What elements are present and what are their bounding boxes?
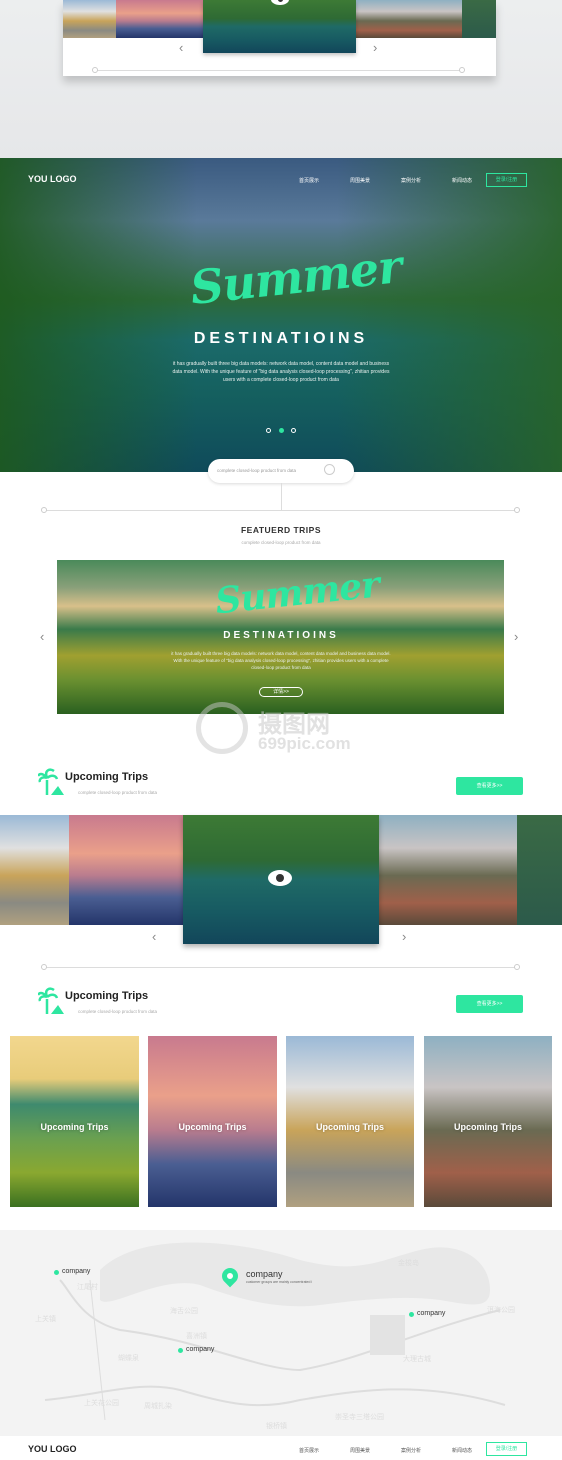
- eye-icon[interactable]: [268, 870, 292, 886]
- footer-nav-news[interactable]: 新闻动态: [452, 1447, 472, 1454]
- divider-end: [41, 964, 47, 970]
- hero-description: it has gradually built three big data mo…: [172, 361, 390, 383]
- trip-card[interactable]: Upcoming Trips: [424, 1036, 552, 1207]
- map-point-label: company: [417, 1310, 446, 1317]
- watermark-logo: [196, 702, 248, 754]
- map-main-company: company: [246, 1269, 283, 1279]
- featured-next-arrow[interactable]: ›: [514, 630, 518, 643]
- prev-arrow[interactable]: ‹: [152, 930, 156, 943]
- photo-mountain: [379, 815, 517, 925]
- upcoming-title: Upcoming Trips: [65, 990, 149, 1002]
- hero-banner: [0, 158, 562, 472]
- map-point-label: company: [186, 1346, 215, 1353]
- map-main-subtitle: customer groups are mainly concentrated …: [246, 1280, 313, 1284]
- footer-logo[interactable]: YOU LOGO: [28, 1444, 77, 1454]
- footer-nav-cases[interactable]: 案例分析: [401, 1447, 421, 1454]
- divider-end: [514, 507, 520, 513]
- trip-card-label: Upcoming Trips: [315, 1122, 384, 1132]
- map-point-label: company: [62, 1268, 91, 1275]
- photo-forest: [462, 0, 496, 38]
- divider-end: [514, 964, 520, 970]
- map-place: 海舌公园: [170, 1307, 198, 1315]
- trip-card[interactable]: Upcoming Trips: [148, 1036, 277, 1207]
- nav-news[interactable]: 新闻动态: [452, 177, 472, 184]
- photo-rv: [0, 815, 69, 925]
- upcoming-title: Upcoming Trips: [65, 771, 149, 783]
- map-place: 江尾村: [77, 1283, 98, 1291]
- divider: [95, 70, 462, 71]
- divider: [44, 967, 517, 968]
- connector-line: [281, 483, 282, 510]
- footer-login-button[interactable]: 登录/注册: [486, 1442, 527, 1456]
- slide-dot-active[interactable]: [279, 428, 284, 433]
- map[interactable]: 金梭岛 江尾村 上关镇 海舌公园 喜洲镇 洱海公园 蝴蝶泉 大理古城 上关花公园…: [0, 1230, 562, 1436]
- upcoming-subtitle: complete closed-loop product from data: [78, 790, 158, 795]
- upcoming-subtitle: complete closed-loop product from data: [78, 1009, 158, 1014]
- logo[interactable]: YOU LOGO: [28, 174, 77, 184]
- featured-subtitle: complete closed-loop product from data: [241, 540, 321, 545]
- photo-forest: [517, 815, 562, 925]
- featured-banner-title: DESTINATIOINS: [223, 630, 339, 641]
- map-place: 上关花公园: [84, 1399, 119, 1407]
- search-icon[interactable]: [324, 464, 335, 475]
- watermark-url: 699pic.com: [258, 734, 351, 753]
- next-arrow[interactable]: ›: [373, 41, 377, 54]
- map-place: 喜洲镇: [186, 1332, 207, 1340]
- nav-home[interactable]: 首页展示: [299, 177, 319, 184]
- view-more-button[interactable]: 查看更多>>: [456, 777, 523, 795]
- map-point[interactable]: [409, 1312, 414, 1317]
- map-place: 洱海公园: [487, 1306, 515, 1314]
- palm-icon: [36, 766, 64, 796]
- map-place: 上关镇: [35, 1315, 56, 1323]
- photo-sunset: [69, 815, 183, 925]
- featured-prev-arrow[interactable]: ‹: [40, 630, 44, 643]
- photo-sunset: [116, 0, 203, 38]
- map-place: 金梭岛: [398, 1259, 419, 1267]
- next-arrow[interactable]: ›: [402, 930, 406, 943]
- photo-mountain: [356, 0, 462, 38]
- search-bar[interactable]: complete closed-loop product from data: [208, 459, 354, 483]
- search-input[interactable]: complete closed-loop product from data: [217, 468, 296, 473]
- divider-end: [92, 67, 98, 73]
- map-place: 崇圣寺三塔公园: [335, 1413, 384, 1421]
- footer: [0, 1436, 562, 1460]
- slide-dot[interactable]: [291, 428, 296, 433]
- view-more-button[interactable]: 查看更多>>: [456, 995, 523, 1013]
- map-point[interactable]: [178, 1348, 183, 1353]
- login-button[interactable]: 登录/注册: [486, 173, 527, 187]
- featured-banner-description: it has gradually built three big data mo…: [171, 651, 391, 670]
- hero-title: DESTINATIOINS: [193, 330, 369, 347]
- photo-lake-active[interactable]: [203, 0, 356, 53]
- prev-arrow[interactable]: ‹: [179, 41, 183, 54]
- map-place: 银桥镇: [266, 1422, 287, 1430]
- details-button[interactable]: 详情>>: [259, 687, 303, 697]
- nav-cases[interactable]: 案例分析: [401, 177, 421, 184]
- trip-card[interactable]: Upcoming Trips: [286, 1036, 414, 1207]
- trip-card-label: Upcoming Trips: [40, 1122, 109, 1132]
- slide-dot[interactable]: [266, 428, 271, 433]
- featured-title: FEATUERD TRIPS: [240, 525, 322, 535]
- trip-card-label: Upcoming Trips: [178, 1122, 247, 1132]
- nav-scenery[interactable]: 周围美景: [350, 177, 370, 184]
- divider: [44, 510, 517, 511]
- divider-end: [41, 507, 47, 513]
- map-place: 周城扎染: [144, 1402, 172, 1410]
- palm-icon: [36, 985, 64, 1015]
- footer-nav-home[interactable]: 首页展示: [299, 1447, 319, 1454]
- map-place: 蝴蝶泉: [118, 1354, 139, 1362]
- map-point[interactable]: [54, 1270, 59, 1275]
- divider-end: [459, 67, 465, 73]
- trip-card[interactable]: Upcoming Trips: [10, 1036, 139, 1207]
- trip-card-label: Upcoming Trips: [453, 1122, 522, 1132]
- map-place: 大理古城: [403, 1355, 431, 1363]
- photo-rv: [63, 0, 116, 38]
- footer-nav-scenery[interactable]: 周围美景: [350, 1447, 370, 1454]
